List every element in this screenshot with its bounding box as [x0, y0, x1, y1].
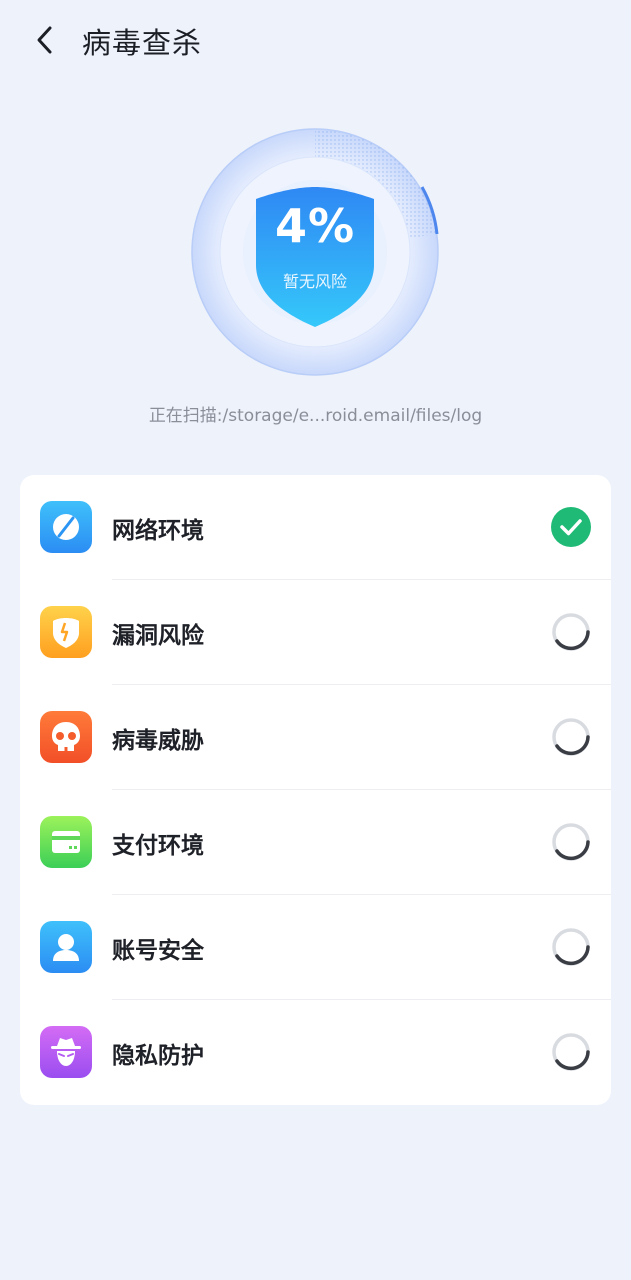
list-item-label: 漏洞风险 [112, 623, 204, 649]
virus-skull-icon [40, 711, 92, 763]
list-item-virus[interactable]: 病毒威胁 [20, 685, 611, 790]
check-icon [551, 507, 591, 547]
risk-status: 暂无风险 [282, 272, 347, 291]
network-icon [40, 501, 92, 553]
scan-items-card: 网络环境 漏洞风险 病毒威胁 支付环境 账号安全 隐私防护 [20, 475, 611, 1105]
account-user-icon [40, 921, 92, 973]
top-bar: 病毒查杀 [0, 0, 631, 84]
scan-path-text: 正在扫描:/storage/e...roid.email/files/log [148, 406, 483, 426]
list-item-vulnerability[interactable]: 漏洞风险 [20, 580, 611, 685]
list-item-label: 支付环境 [112, 833, 204, 859]
list-item-label: 网络环境 [112, 518, 204, 544]
scan-percent: 4% [274, 199, 356, 253]
list-item-network[interactable]: 网络环境 [20, 475, 611, 580]
list-item-privacy[interactable]: 隐私防护 [20, 1000, 611, 1105]
loading-spinner-icon [551, 1032, 591, 1072]
loading-spinner-icon [551, 822, 591, 862]
loading-spinner-icon [551, 612, 591, 652]
list-item-account[interactable]: 账号安全 [20, 895, 611, 1000]
loading-spinner-icon [551, 717, 591, 757]
scan-progress-dial: 4% 暂无风险 [190, 127, 440, 377]
back-icon[interactable] [28, 22, 64, 58]
list-item-label: 隐私防护 [112, 1043, 204, 1069]
payment-card-icon [40, 816, 92, 868]
page-title: 病毒查杀 [82, 26, 203, 60]
list-item-label: 账号安全 [112, 938, 204, 964]
loading-spinner-icon [551, 927, 591, 967]
list-item-payment[interactable]: 支付环境 [20, 790, 611, 895]
privacy-spy-icon [40, 1026, 92, 1078]
list-item-label: 病毒威胁 [112, 728, 204, 754]
vulnerability-icon [40, 606, 92, 658]
